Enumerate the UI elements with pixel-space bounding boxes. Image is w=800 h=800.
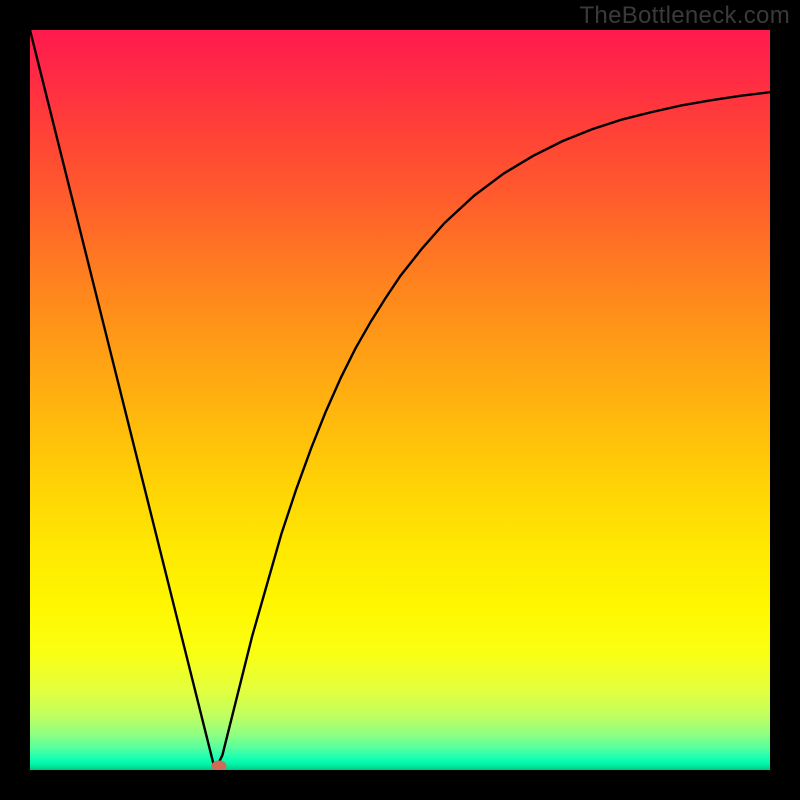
watermark-text: TheBottleneck.com [579,2,790,30]
minimum-marker [211,761,226,770]
bottleneck-curve [30,30,770,770]
plot-area [30,30,770,770]
chart-frame: TheBottleneck.com [0,0,800,800]
